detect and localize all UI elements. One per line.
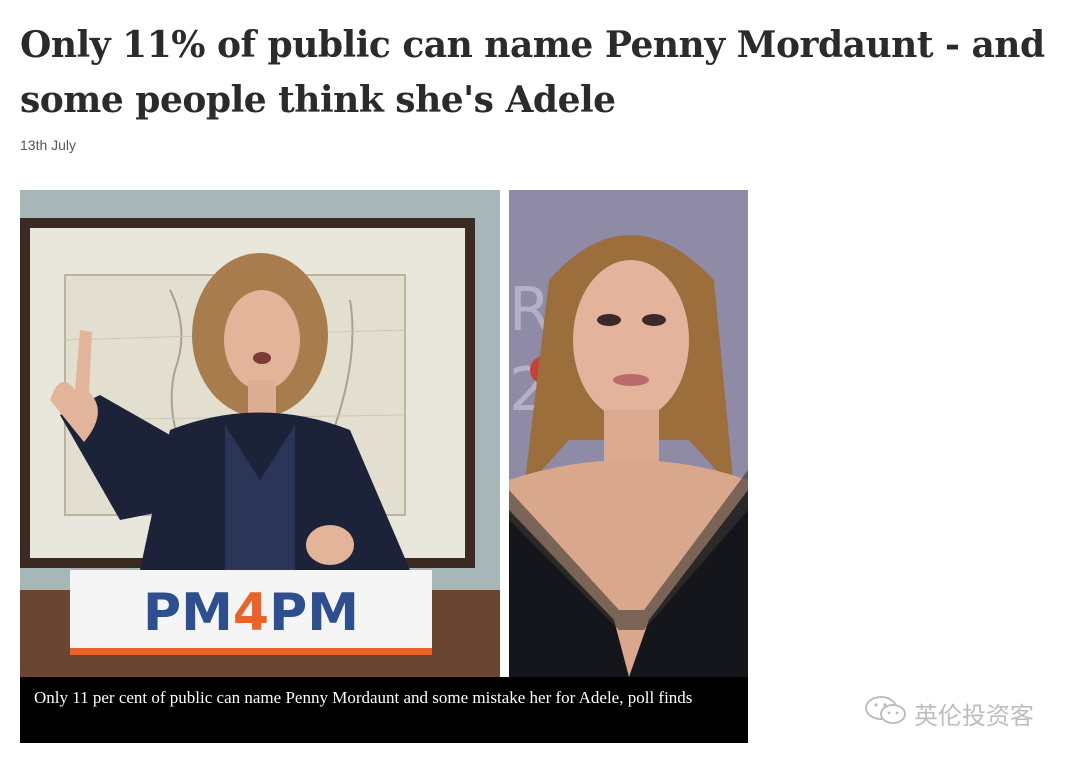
wechat-icon (864, 695, 908, 731)
photo-caption: Only 11 per cent of public can name Penn… (20, 677, 748, 743)
watermark-text: 英伦投资客 (914, 701, 1034, 730)
photo-penny-mordaunt: PM4PM (20, 190, 500, 677)
podium-sign: PM4PM (143, 583, 359, 643)
headline: Only 11% of public can name Penny Mordau… (20, 24, 1045, 121)
publish-date: 13th July (20, 137, 77, 153)
photo-adele: R 2 (509, 190, 748, 677)
article-figure: PM4PM R 2 Only 11 per cent of public can… (20, 190, 748, 743)
watermark: 英伦投资客 (864, 695, 1034, 731)
